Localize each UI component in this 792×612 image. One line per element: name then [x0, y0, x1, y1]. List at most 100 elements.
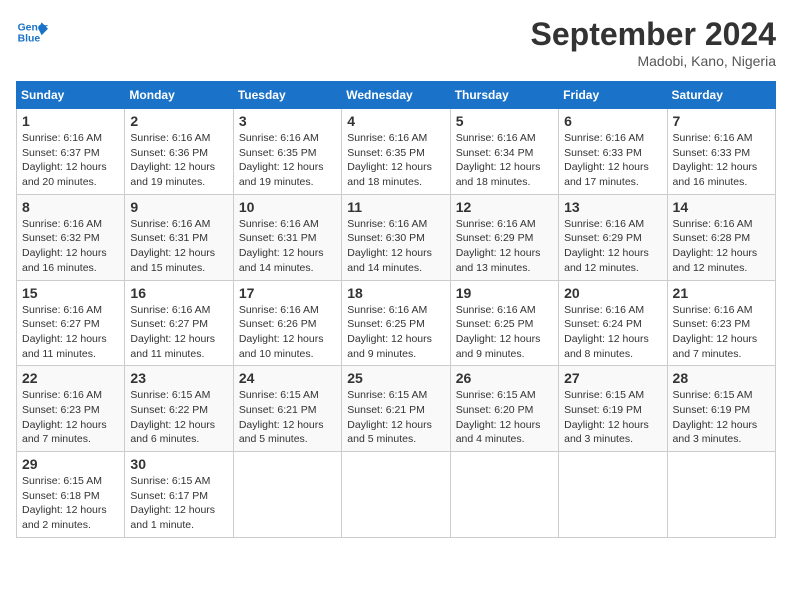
calendar-row: 15 Sunrise: 6:16 AM Sunset: 6:27 PM Dayli… [17, 280, 776, 366]
col-tuesday: Tuesday [233, 82, 341, 109]
day-number: 6 [564, 113, 661, 129]
col-monday: Monday [125, 82, 233, 109]
calendar-cell: 4 Sunrise: 6:16 AM Sunset: 6:35 PM Daylig… [342, 109, 450, 195]
day-info: Sunrise: 6:15 AM Sunset: 6:20 PM Dayligh… [456, 388, 553, 447]
day-info: Sunrise: 6:16 AM Sunset: 6:35 PM Dayligh… [239, 131, 336, 190]
day-number: 28 [673, 370, 770, 386]
calendar-cell: 2Sunrise: 6:16 AM Sunset: 6:36 PM Daylig… [125, 109, 233, 195]
calendar-cell: 1 Sunrise: 6:16 AM Sunset: 6:37 PM Daylig… [17, 109, 125, 195]
day-number: 7 [673, 113, 770, 129]
day-number: 20 [564, 285, 661, 301]
day-info: Sunrise: 6:15 AM Sunset: 6:17 PM Dayligh… [130, 474, 227, 533]
day-number: 1 [22, 113, 119, 129]
day-number: 5 [456, 113, 553, 129]
calendar-cell: 15 Sunrise: 6:16 AM Sunset: 6:27 PM Dayli… [17, 280, 125, 366]
calendar-cell: 22 Sunrise: 6:16 AM Sunset: 6:23 PM Dayli… [17, 366, 125, 452]
calendar-cell: 10Sunrise: 6:16 AM Sunset: 6:31 PM Dayli… [233, 194, 341, 280]
day-info: Sunrise: 6:15 AM Sunset: 6:21 PM Dayligh… [347, 388, 444, 447]
calendar-cell: 5 Sunrise: 6:16 AM Sunset: 6:34 PM Daylig… [450, 109, 558, 195]
day-info: Sunrise: 6:16 AM Sunset: 6:31 PM Dayligh… [239, 217, 336, 276]
page-header: General Blue September 2024 Madobi, Kano… [16, 16, 776, 69]
day-number: 15 [22, 285, 119, 301]
day-info: Sunrise: 6:16 AM Sunset: 6:37 PM Dayligh… [22, 131, 119, 190]
day-info: Sunrise: 6:16 AM Sunset: 6:26 PM Dayligh… [239, 303, 336, 362]
day-number: 26 [456, 370, 553, 386]
calendar-cell [450, 452, 558, 538]
calendar-cell [559, 452, 667, 538]
day-number: 8 [22, 199, 119, 215]
month-title: September 2024 [531, 16, 776, 53]
day-number: 4 [347, 113, 444, 129]
day-info: Sunrise: 6:16 AM Sunset: 6:34 PM Dayligh… [456, 131, 553, 190]
day-number: 23 [130, 370, 227, 386]
day-info: Sunrise: 6:16 AM Sunset: 6:27 PM Dayligh… [22, 303, 119, 362]
calendar-cell: 24Sunrise: 6:15 AM Sunset: 6:21 PM Dayli… [233, 366, 341, 452]
calendar-cell: 8Sunrise: 6:16 AM Sunset: 6:32 PM Daylig… [17, 194, 125, 280]
calendar-row: 22 Sunrise: 6:16 AM Sunset: 6:23 PM Dayli… [17, 366, 776, 452]
calendar-cell: 3 Sunrise: 6:16 AM Sunset: 6:35 PM Daylig… [233, 109, 341, 195]
calendar-cell: 26 Sunrise: 6:15 AM Sunset: 6:20 PM Dayli… [450, 366, 558, 452]
calendar-cell [342, 452, 450, 538]
day-number: 16 [130, 285, 227, 301]
calendar-cell: 12 Sunrise: 6:16 AM Sunset: 6:29 PM Dayli… [450, 194, 558, 280]
day-number: 3 [239, 113, 336, 129]
day-info: Sunrise: 6:16 AM Sunset: 6:36 PM Dayligh… [130, 131, 227, 190]
day-number: 14 [673, 199, 770, 215]
calendar-cell [233, 452, 341, 538]
day-number: 27 [564, 370, 661, 386]
day-number: 30 [130, 456, 227, 472]
day-info: Sunrise: 6:16 AM Sunset: 6:33 PM Dayligh… [673, 131, 770, 190]
calendar-cell: 7 Sunrise: 6:16 AM Sunset: 6:33 PM Daylig… [667, 109, 775, 195]
calendar-cell: 27 Sunrise: 6:15 AM Sunset: 6:19 PM Dayli… [559, 366, 667, 452]
calendar-row: 29Sunrise: 6:15 AM Sunset: 6:18 PM Dayli… [17, 452, 776, 538]
day-number: 24 [239, 370, 336, 386]
calendar-row: 1 Sunrise: 6:16 AM Sunset: 6:37 PM Daylig… [17, 109, 776, 195]
day-info: Sunrise: 6:16 AM Sunset: 6:33 PM Dayligh… [564, 131, 661, 190]
col-saturday: Saturday [667, 82, 775, 109]
day-number: 21 [673, 285, 770, 301]
day-info: Sunrise: 6:15 AM Sunset: 6:18 PM Dayligh… [22, 474, 119, 533]
col-sunday: Sunday [17, 82, 125, 109]
day-info: Sunrise: 6:15 AM Sunset: 6:19 PM Dayligh… [673, 388, 770, 447]
logo-icon: General Blue [16, 16, 48, 48]
day-info: Sunrise: 6:16 AM Sunset: 6:25 PM Dayligh… [456, 303, 553, 362]
day-info: Sunrise: 6:16 AM Sunset: 6:29 PM Dayligh… [456, 217, 553, 276]
day-number: 22 [22, 370, 119, 386]
title-block: September 2024 Madobi, Kano, Nigeria [531, 16, 776, 69]
calendar-cell: 13Sunrise: 6:16 AM Sunset: 6:29 PM Dayli… [559, 194, 667, 280]
day-info: Sunrise: 6:16 AM Sunset: 6:29 PM Dayligh… [564, 217, 661, 276]
calendar-cell: 11 Sunrise: 6:16 AM Sunset: 6:30 PM Dayli… [342, 194, 450, 280]
calendar-cell: 30 Sunrise: 6:15 AM Sunset: 6:17 PM Dayli… [125, 452, 233, 538]
calendar-cell: 20 Sunrise: 6:16 AM Sunset: 6:24 PM Dayli… [559, 280, 667, 366]
calendar-cell: 28 Sunrise: 6:15 AM Sunset: 6:19 PM Dayli… [667, 366, 775, 452]
col-thursday: Thursday [450, 82, 558, 109]
day-info: Sunrise: 6:16 AM Sunset: 6:23 PM Dayligh… [673, 303, 770, 362]
day-number: 18 [347, 285, 444, 301]
day-info: Sunrise: 6:16 AM Sunset: 6:30 PM Dayligh… [347, 217, 444, 276]
day-info: Sunrise: 6:16 AM Sunset: 6:27 PM Dayligh… [130, 303, 227, 362]
calendar-cell: 18 Sunrise: 6:16 AM Sunset: 6:25 PM Dayli… [342, 280, 450, 366]
logo: General Blue [16, 16, 48, 48]
calendar-cell: 19 Sunrise: 6:16 AM Sunset: 6:25 PM Dayli… [450, 280, 558, 366]
calendar-row: 8Sunrise: 6:16 AM Sunset: 6:32 PM Daylig… [17, 194, 776, 280]
day-info: Sunrise: 6:16 AM Sunset: 6:23 PM Dayligh… [22, 388, 119, 447]
day-info: Sunrise: 6:15 AM Sunset: 6:22 PM Dayligh… [130, 388, 227, 447]
col-wednesday: Wednesday [342, 82, 450, 109]
calendar-cell [667, 452, 775, 538]
header-row: Sunday Monday Tuesday Wednesday Thursday… [17, 82, 776, 109]
calendar-cell: 29Sunrise: 6:15 AM Sunset: 6:18 PM Dayli… [17, 452, 125, 538]
calendar-cell: 16 Sunrise: 6:16 AM Sunset: 6:27 PM Dayli… [125, 280, 233, 366]
col-friday: Friday [559, 82, 667, 109]
location-subtitle: Madobi, Kano, Nigeria [531, 53, 776, 69]
day-number: 17 [239, 285, 336, 301]
day-info: Sunrise: 6:16 AM Sunset: 6:25 PM Dayligh… [347, 303, 444, 362]
day-info: Sunrise: 6:16 AM Sunset: 6:35 PM Dayligh… [347, 131, 444, 190]
calendar-cell: 21 Sunrise: 6:16 AM Sunset: 6:23 PM Dayli… [667, 280, 775, 366]
calendar-cell: 23 Sunrise: 6:15 AM Sunset: 6:22 PM Dayli… [125, 366, 233, 452]
calendar-body: 1 Sunrise: 6:16 AM Sunset: 6:37 PM Daylig… [17, 109, 776, 538]
day-number: 19 [456, 285, 553, 301]
day-number: 12 [456, 199, 553, 215]
day-info: Sunrise: 6:15 AM Sunset: 6:19 PM Dayligh… [564, 388, 661, 447]
day-number: 11 [347, 199, 444, 215]
day-info: Sunrise: 6:16 AM Sunset: 6:24 PM Dayligh… [564, 303, 661, 362]
